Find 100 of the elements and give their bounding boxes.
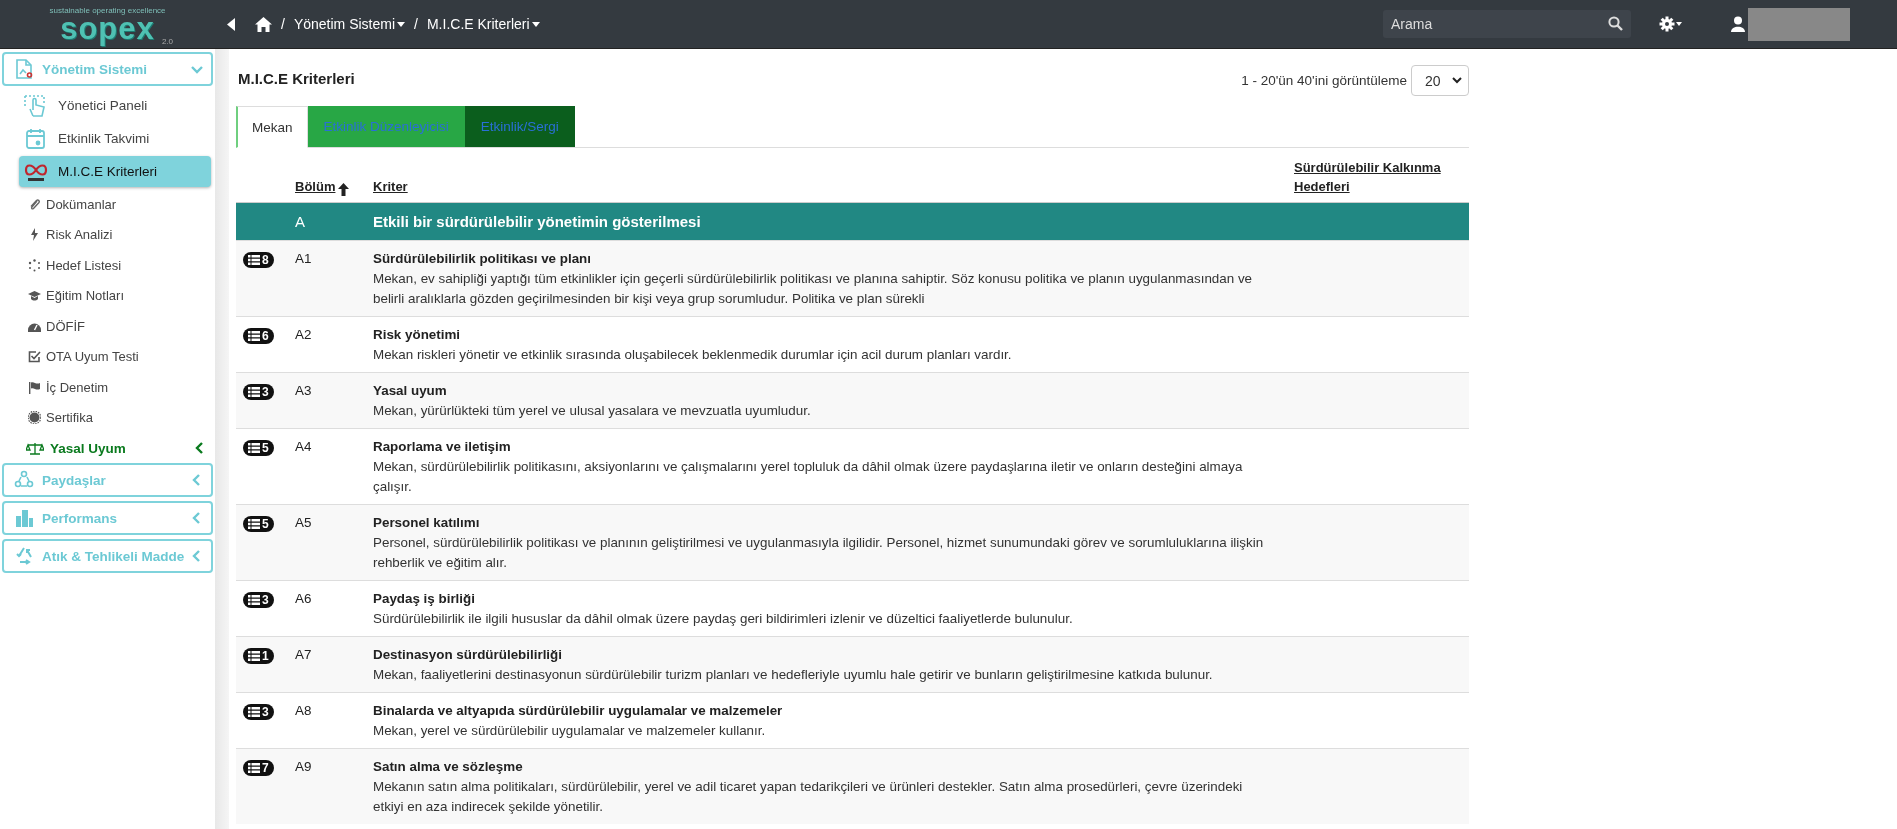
criterion-code: A8 bbox=[295, 702, 313, 720]
spinner-icon bbox=[28, 258, 41, 272]
count-badge[interactable]: 6 bbox=[243, 328, 274, 344]
criterion-title: Raporlama ve iletişim bbox=[373, 438, 512, 456]
criterion-title: Binalarda ve altyapıda sürdürülebilir uygulamalar ve malzemeler bbox=[373, 702, 784, 720]
list-icon bbox=[248, 331, 260, 341]
list-icon bbox=[248, 707, 260, 717]
section-code: A bbox=[295, 213, 306, 230]
calendar-icon bbox=[24, 127, 48, 150]
breadcrumb-link[interactable]: Yönetim Sistemi bbox=[293, 16, 406, 32]
graduation-cap-icon bbox=[28, 289, 41, 303]
sidebar-item[interactable]: Yönetici Paneli bbox=[19, 90, 211, 121]
sidebar-item[interactable]: Eğitim Notları bbox=[2, 280, 215, 311]
criterion-description: Mekan, faaliyetlerini destinasyonun sürdürülebilir turizm planları ve hedefleriyle uyumlu hale getirir ve bunların geliştirilmesine katkıda bulunur. bbox=[373, 666, 1214, 684]
list-icon bbox=[248, 651, 260, 661]
sidebar-item[interactable]: M.I.C.E Kriterleri bbox=[19, 156, 211, 187]
criterion-code: A1 bbox=[295, 250, 313, 268]
criterion-description: Mekan riskleri yönetir ve etkinlik sırasında oluşabilecek beklenmedik durumlar için acil durum planları vardır. bbox=[373, 346, 1013, 364]
criterion-title: Destinasyon sürdürülebilirliği bbox=[373, 646, 563, 664]
paperclip-icon bbox=[28, 197, 41, 211]
criterion-code: A2 bbox=[295, 326, 313, 344]
page-title: M.I.C.E Kriterleri bbox=[238, 70, 355, 87]
criterion-code: A4 bbox=[295, 438, 313, 456]
count-badge[interactable]: 5 bbox=[243, 440, 274, 456]
user-icon[interactable] bbox=[1731, 16, 1745, 32]
sidebar-item[interactable]: DÖFİF bbox=[2, 311, 215, 342]
list-icon bbox=[248, 443, 260, 453]
criterion-code: A9 bbox=[295, 758, 313, 776]
search-field[interactable]: Arama bbox=[1383, 10, 1631, 38]
chevron-icon bbox=[191, 63, 203, 75]
page-size-select[interactable]: 20 bbox=[1411, 65, 1469, 96]
caret-icon bbox=[397, 21, 406, 27]
logo-version: 2.0 bbox=[161, 37, 173, 46]
tab[interactable]: Mekan bbox=[236, 106, 308, 148]
criterion-title: Satın alma ve sözleşme bbox=[373, 758, 524, 776]
criterion-code: A6 bbox=[295, 590, 313, 608]
sidebar-item[interactable]: Etkinlik Takvimi bbox=[19, 123, 211, 154]
column-header[interactable]: Kriter bbox=[373, 177, 408, 196]
criterion-title: Paydaş iş birliği bbox=[373, 590, 476, 608]
building-icon bbox=[14, 508, 34, 528]
criterion-title: Personel katılımı bbox=[373, 514, 481, 532]
sidebar-item[interactable]: Hedef Listesi bbox=[2, 250, 215, 281]
sort-arrow-icon[interactable] bbox=[338, 183, 350, 196]
count-badge[interactable]: 3 bbox=[243, 704, 274, 720]
list-icon bbox=[248, 387, 260, 397]
criterion-description: Mekan, yerel ve sürdürülebilir uygulamalar ve malzemeler kullanır. bbox=[373, 722, 767, 740]
flag-icon bbox=[28, 380, 41, 394]
sidebar-item[interactable]: Dokümanlar bbox=[2, 189, 215, 220]
list-icon bbox=[248, 255, 260, 265]
scales-icon bbox=[26, 441, 44, 455]
list-icon bbox=[248, 763, 260, 773]
breadcrumb-separator: / bbox=[281, 16, 285, 32]
touch-icon bbox=[24, 94, 48, 117]
sidebar-item[interactable]: Risk Analizi bbox=[2, 219, 215, 250]
criterion-title: Yasal uyum bbox=[373, 382, 448, 400]
people-icon bbox=[14, 470, 34, 490]
bolt-icon bbox=[28, 228, 41, 242]
chevron-icon bbox=[1452, 77, 1462, 84]
column-header[interactable]: Sürdürülebilir Kalkınma Hedefleri bbox=[1294, 158, 1469, 196]
sidebar-item[interactable]: Yasal Uyum bbox=[2, 433, 215, 463]
criterion-title: Risk yönetimi bbox=[373, 326, 462, 344]
pager-text: 1 - 20'ün 40'ini görüntüleme bbox=[1241, 73, 1407, 88]
breadcrumb-separator: / bbox=[414, 16, 418, 32]
count-badge[interactable]: 3 bbox=[243, 592, 274, 608]
criterion-description: Sürdürülebilirlik ile ilgili hususlar da dâhil olmak üzere paydaş geri bildirimleri izlenir ve düzeltici faaliyetlerde bulunulur. bbox=[373, 610, 1074, 628]
logo-tagline: sustainable operating excellence bbox=[49, 6, 166, 15]
criterion-description: Mekan, yürürlükteki tüm yerel ve ulusal yasalara ve mevzuatla uyumludur. bbox=[373, 402, 812, 420]
criterion-description: Mekanın satın alma politikaları, sürdürülebilir, yerel ve adil ticaret yapan tedarikçileri ve ürünleri destekler. Satın alma prosedürleri, çevre üzerindeki etkiyi en aza indirecek şekilde yönetilir. bbox=[373, 778, 1244, 816]
list-icon bbox=[248, 519, 260, 529]
criterion-code: A3 bbox=[295, 382, 313, 400]
count-badge[interactable]: 1 bbox=[243, 648, 274, 664]
criterion-title: Sürdürülebilirlik politikası ve planı bbox=[373, 250, 593, 268]
home-icon[interactable] bbox=[255, 16, 272, 32]
back-icon[interactable] bbox=[227, 17, 236, 31]
criterion-description: Personel, sürdürülebilirlik politikası ve planının geliştirilmesi ve uygulanmasıyla ilgilidir. Personel, hizmet sunumundaki görev ve sorumluluklarına ilişkin rehberlik ve eğitim alır. bbox=[373, 534, 1265, 572]
sidebar-item[interactable]: OTA Uyum Testi bbox=[2, 341, 215, 372]
chevron-icon bbox=[191, 474, 203, 486]
section-title: Etkili bir sürdürülebilir yönetimin gösterilmesi bbox=[373, 213, 702, 230]
count-badge[interactable]: 3 bbox=[243, 384, 274, 400]
search-icon[interactable] bbox=[1608, 16, 1623, 31]
badge-icon bbox=[28, 411, 41, 425]
recycle-icon bbox=[14, 546, 34, 566]
criterion-description: Mekan, ev sahipliği yaptığı tüm etkinlikler için geçerli sürdürülebilirlik politikası ve planına sahiptir. Söz konusu politika ve planın uygulanmasından ve belirli aralıklarla gözden geçirilmesinden bir kişi veya grup sorumludur. Politika ve plan sürekli bbox=[373, 270, 1254, 308]
column-header[interactable]: Bölüm bbox=[295, 177, 336, 196]
chevron-icon bbox=[191, 550, 203, 562]
list-icon bbox=[248, 595, 260, 605]
sidebar-item[interactable]: Sertifika bbox=[2, 402, 215, 433]
doc-icon bbox=[14, 59, 34, 79]
count-badge[interactable]: 5 bbox=[243, 516, 274, 532]
checkbox-icon bbox=[28, 350, 41, 364]
caret-icon bbox=[531, 21, 540, 27]
count-badge[interactable]: 8 bbox=[243, 252, 274, 268]
breadcrumb-link[interactable]: M.I.C.E Kriterleri bbox=[426, 16, 540, 32]
count-badge[interactable]: 7 bbox=[243, 760, 274, 776]
criterion-description: Mekan, sürdürülebilirlik politikasını, aksiyonlarını ve çalışmalarını yerel topluluk da dâhil olmak üzere paydaşlarına iletir ve onların desteğini almaya çalışır. bbox=[373, 458, 1244, 496]
settings-icon[interactable] bbox=[1659, 16, 1683, 32]
sidebar-item[interactable]: İç Denetim bbox=[2, 372, 215, 403]
chevron-icon bbox=[191, 512, 203, 524]
chevron-icon bbox=[195, 442, 205, 454]
criterion-code: A5 bbox=[295, 514, 313, 532]
